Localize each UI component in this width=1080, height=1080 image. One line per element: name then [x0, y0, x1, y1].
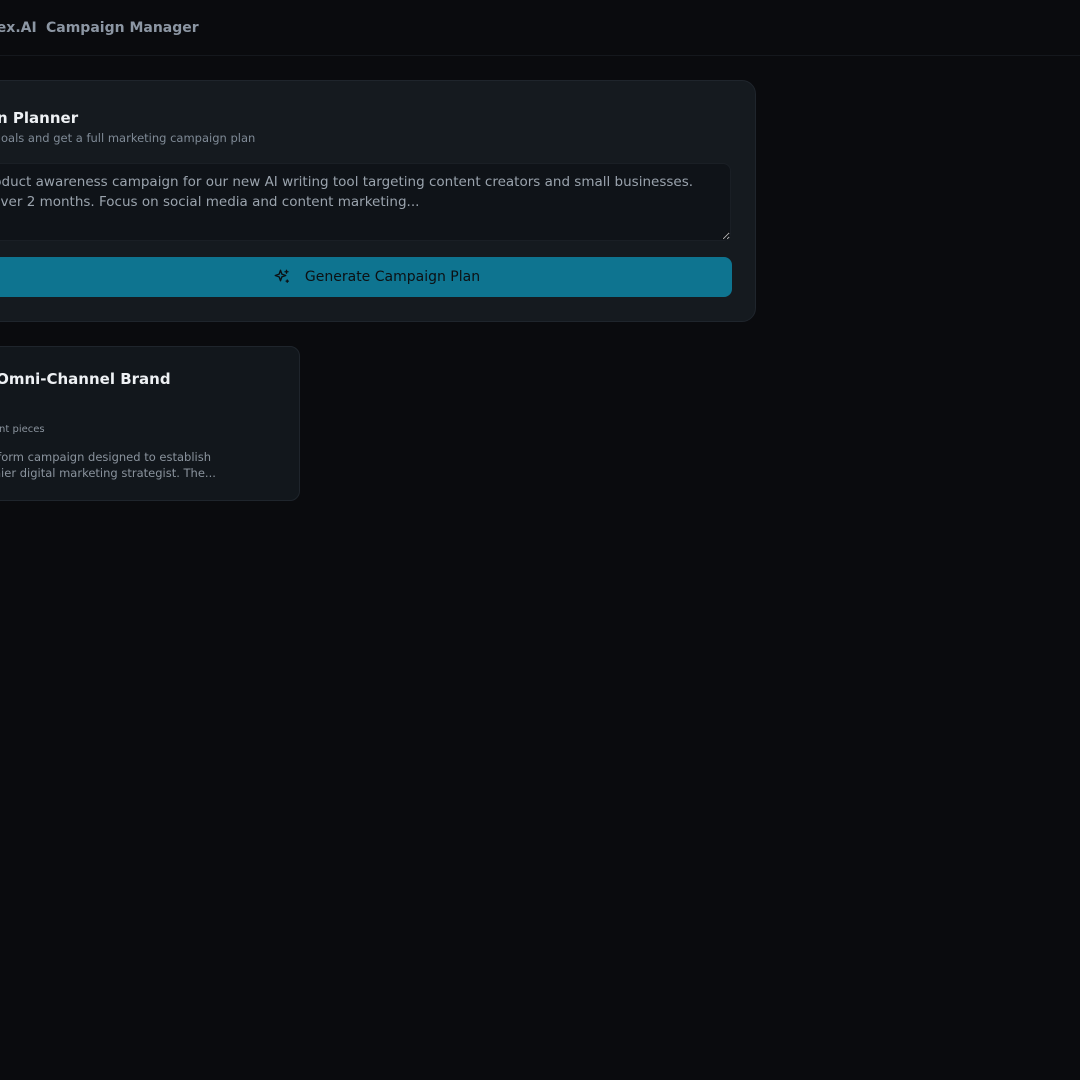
planner-title: aign Planner [0, 109, 79, 127]
campaign-description: -platform campaign designed to establish… [0, 449, 271, 481]
planner-subtitle: our goals and get a full marketing campa… [0, 131, 256, 145]
brand-logo-text[interactable]: lex.AI [0, 20, 37, 36]
campaign-title: ex Omni-Channel Brand [0, 370, 171, 388]
campaign-card[interactable]: ex Omni-Channel Brand content pieces -pl… [0, 346, 300, 501]
campaign-content-count: content pieces [0, 424, 45, 435]
campaign-description-line: premier digital marketing strategist. Th… [0, 466, 216, 480]
campaign-description-line: -platform campaign designed to establish [0, 450, 212, 464]
campaign-goal-input[interactable] [0, 163, 731, 241]
sparkles-icon [274, 269, 289, 283]
generate-campaign-plan-button[interactable]: Generate Campaign Plan [0, 257, 732, 297]
generate-button-label: Generate Campaign Plan [304, 269, 481, 285]
top-bar: lex.AI Campaign Manager [0, 0, 1080, 56]
campaign-planner-card: aign Planner our goals and get a full ma… [0, 80, 756, 322]
nav-campaign-manager[interactable]: Campaign Manager [46, 20, 199, 36]
